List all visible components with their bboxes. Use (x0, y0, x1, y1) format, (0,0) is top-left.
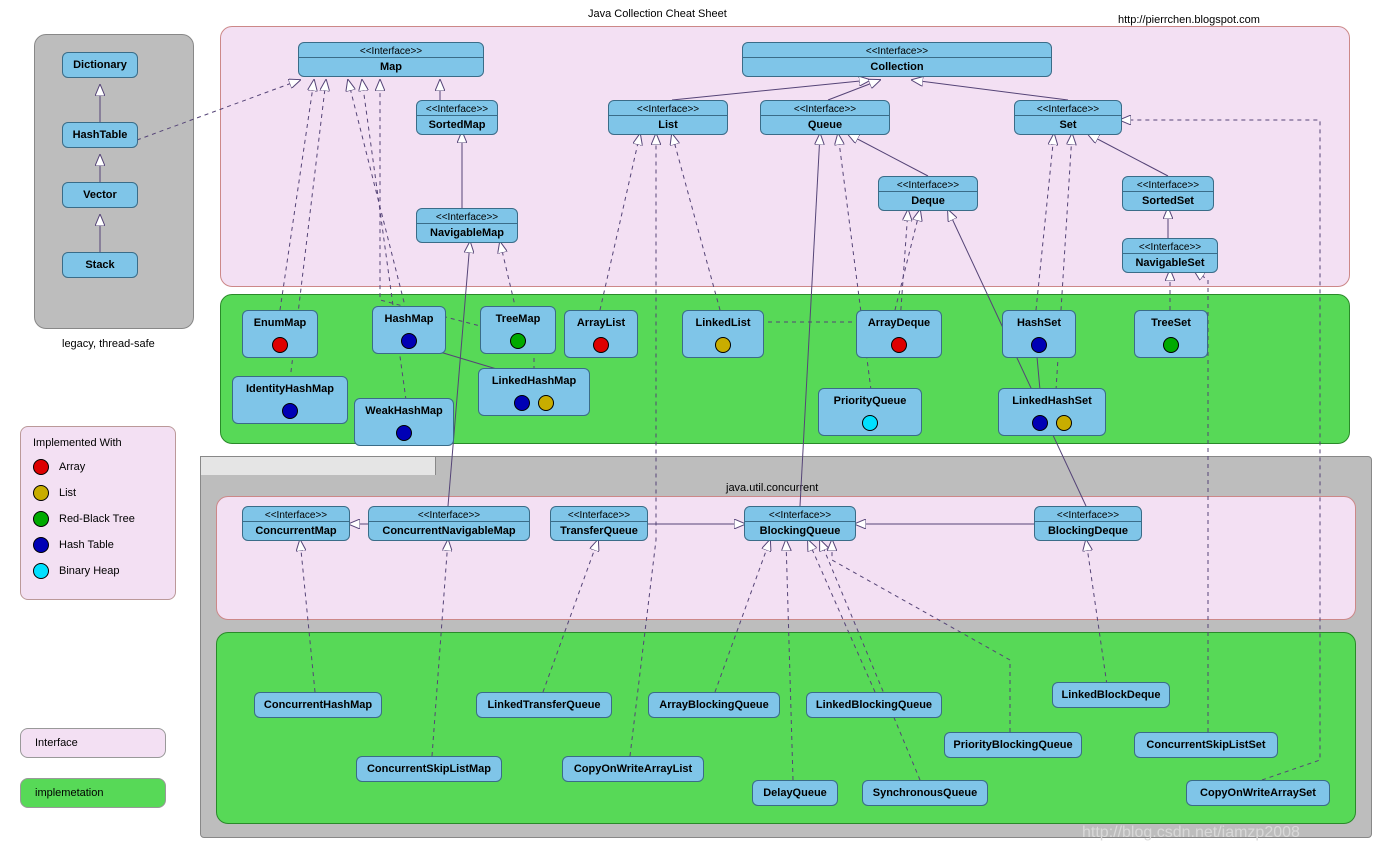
dot-hash (396, 425, 412, 441)
dot-hash (514, 395, 530, 411)
dot-tree (33, 511, 49, 527)
class-arrayblockingqueue: ArrayBlockingQueue (648, 692, 780, 718)
swatch-implementation: implemetation (20, 778, 166, 808)
class-dictionary: Dictionary (62, 52, 138, 78)
class-linkedblockingqueue: LinkedBlockingQueue (806, 692, 942, 718)
class-enummap: EnumMap (242, 310, 318, 358)
dot-array (272, 337, 288, 353)
legend-item: Array (33, 459, 163, 475)
dot-heap (33, 563, 49, 579)
dot-heap (862, 415, 878, 431)
interface-set: <<Interface>>Set (1014, 100, 1122, 135)
interface-sortedset: <<Interface>>SortedSet (1122, 176, 1214, 211)
interface-queue: <<Interface>>Queue (760, 100, 890, 135)
class-concurrenthashmap: ConcurrentHashMap (254, 692, 382, 718)
dot-hash (33, 537, 49, 553)
swatch-interface: Interface (20, 728, 166, 758)
interface-concurrentmap: <<Interface>>ConcurrentMap (242, 506, 350, 541)
class-delayqueue: DelayQueue (752, 780, 838, 806)
legend-title: Implemented With (33, 437, 163, 449)
class-arraylist: ArrayList (564, 310, 638, 358)
dot-list (1056, 415, 1072, 431)
dot-list (715, 337, 731, 353)
class-treemap: TreeMap (480, 306, 556, 354)
class-linkedhashset: LinkedHashSet (998, 388, 1106, 436)
interface-navigableset: <<Interface>>NavigableSet (1122, 238, 1218, 273)
legend-item: Hash Table (33, 537, 163, 553)
interface-transferqueue: <<Interface>>TransferQueue (550, 506, 648, 541)
class-linkedtransferqueue: LinkedTransferQueue (476, 692, 612, 718)
dot-list (33, 485, 49, 501)
dot-hash (282, 403, 298, 419)
pkg-tab (200, 456, 436, 475)
class-linkedlist: LinkedList (682, 310, 764, 358)
class-hashset: HashSet (1002, 310, 1076, 358)
legacy-caption: legacy, thread-safe (62, 338, 155, 350)
dot-hash (1031, 337, 1047, 353)
dot-hash (1032, 415, 1048, 431)
class-hashmap: HashMap (372, 306, 446, 354)
class-priorityqueue: PriorityQueue (818, 388, 922, 436)
class-linkedhashmap: LinkedHashMap (478, 368, 590, 416)
page-title: Java Collection Cheat Sheet (588, 8, 727, 20)
interface-concurrentnavigablemap: <<Interface>>ConcurrentNavigableMap (368, 506, 530, 541)
interface-navigablemap: <<Interface>>NavigableMap (416, 208, 518, 243)
class-synchronousqueue: SynchronousQueue (862, 780, 988, 806)
watermark: http://blog.csdn.net/iamzp2008 (1082, 824, 1300, 842)
class-stack: Stack (62, 252, 138, 278)
interface-list: <<Interface>>List (608, 100, 728, 135)
dot-tree (510, 333, 526, 349)
interface-blockingdeque: <<Interface>>BlockingDeque (1034, 506, 1142, 541)
interface-blockingqueue: <<Interface>>BlockingQueue (744, 506, 856, 541)
dot-tree (1163, 337, 1179, 353)
dot-array (593, 337, 609, 353)
legend-item: List (33, 485, 163, 501)
source-url: http://pierrchen.blogspot.com (1118, 14, 1260, 26)
class-treeset: TreeSet (1134, 310, 1208, 358)
class-copyonwritearrayset: CopyOnWriteArraySet (1186, 780, 1330, 806)
dot-array (891, 337, 907, 353)
legend-item: Binary Heap (33, 563, 163, 579)
class-identityhashmap: IdentityHashMap (232, 376, 348, 424)
dot-hash (401, 333, 417, 349)
interface-deque: <<Interface>>Deque (878, 176, 978, 211)
class-linkedblockdeque: LinkedBlockDeque (1052, 682, 1170, 708)
interface-map: <<Interface>>Map (298, 42, 484, 77)
dot-array (33, 459, 49, 475)
legend-impl-with: Implemented With Array List Red-Black Tr… (20, 426, 176, 600)
class-priorityblockingqueue: PriorityBlockingQueue (944, 732, 1082, 758)
concurrent-pkg-label: java.util.concurrent (726, 482, 818, 494)
interface-sortedmap: <<Interface>>SortedMap (416, 100, 498, 135)
class-concurrentskiplistmap: ConcurrentSkipListMap (356, 756, 502, 782)
class-copyonwritearraylist: CopyOnWriteArrayList (562, 756, 704, 782)
class-weakhashmap: WeakHashMap (354, 398, 454, 446)
class-concurrentskiplistset: ConcurrentSkipListSet (1134, 732, 1278, 758)
legend-item: Red-Black Tree (33, 511, 163, 527)
dot-list (538, 395, 554, 411)
interface-collection: <<Interface>>Collection (742, 42, 1052, 77)
class-vector: Vector (62, 182, 138, 208)
class-hashtable: HashTable (62, 122, 138, 148)
class-arraydeque: ArrayDeque (856, 310, 942, 358)
